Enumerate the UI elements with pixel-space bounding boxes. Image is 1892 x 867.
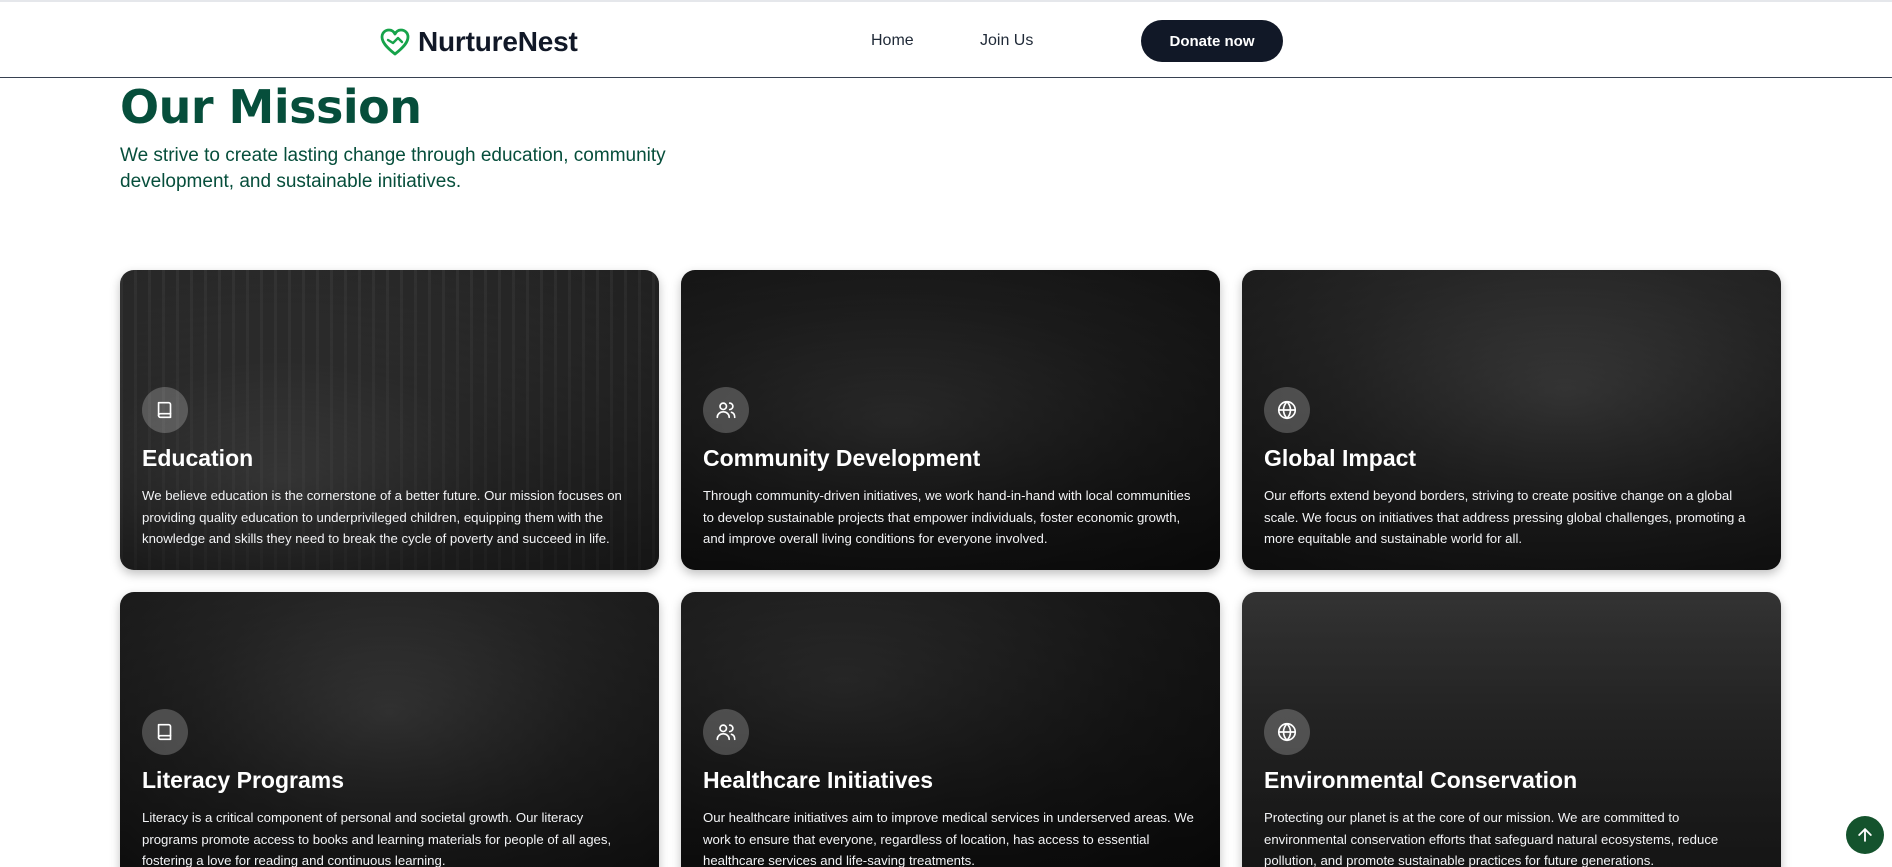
globe-icon — [1264, 387, 1310, 433]
mission-card-community-development[interactable]: Community Development Through community-… — [681, 270, 1220, 570]
users-icon — [703, 387, 749, 433]
globe-icon — [1264, 709, 1310, 755]
book-icon — [142, 387, 188, 433]
nav-join-us-link[interactable]: Join Us — [980, 32, 1033, 50]
donate-now-button[interactable]: Donate now — [1141, 20, 1283, 62]
nav-home-link[interactable]: Home — [871, 32, 914, 50]
card-description: Through community-driven initiatives, we… — [703, 488, 1191, 546]
card-title: Environmental Conservation — [1264, 767, 1578, 793]
page-subtitle: We strive to create lasting change throu… — [120, 145, 666, 192]
card-description: Literacy is a critical component of pers… — [142, 810, 612, 867]
mission-card-global-impact[interactable]: Global Impact Our efforts extend beyond … — [1242, 270, 1781, 570]
card-title: Global Impact — [1264, 445, 1417, 471]
mission-card-literacy-programs[interactable]: Literacy Programs Literacy is a critical… — [120, 592, 659, 867]
card-description: We believe education is the cornerstone … — [142, 488, 622, 546]
brand-logo[interactable]: NurtureNest — [380, 26, 578, 58]
book-icon — [142, 709, 188, 755]
scroll-to-top-button[interactable] — [1846, 816, 1884, 854]
users-icon — [703, 709, 749, 755]
card-description: Protecting our planet is at the core of … — [1264, 810, 1719, 867]
heart-logo-icon — [380, 28, 410, 56]
mission-card-education[interactable]: Education We believe education is the co… — [120, 270, 659, 570]
mission-card-healthcare-initiatives[interactable]: Healthcare Initiatives Our healthcare in… — [681, 592, 1220, 867]
brand-name: NurtureNest — [418, 26, 578, 57]
site-header: NurtureNest Home Join Us Donate now — [0, 0, 1892, 78]
arrow-up-icon — [1858, 828, 1872, 842]
card-title: Education — [142, 445, 254, 471]
page-title: Our Mission — [120, 80, 422, 134]
mission-card-environmental-conservation[interactable]: Environmental Conservation Protecting ou… — [1242, 592, 1781, 867]
card-description: Our efforts extend beyond borders, striv… — [1264, 488, 1746, 546]
card-description: Our healthcare initiatives aim to improv… — [703, 810, 1194, 867]
card-title: Community Development — [703, 445, 981, 471]
card-title: Literacy Programs — [142, 767, 344, 793]
card-title: Healthcare Initiatives — [703, 767, 934, 793]
